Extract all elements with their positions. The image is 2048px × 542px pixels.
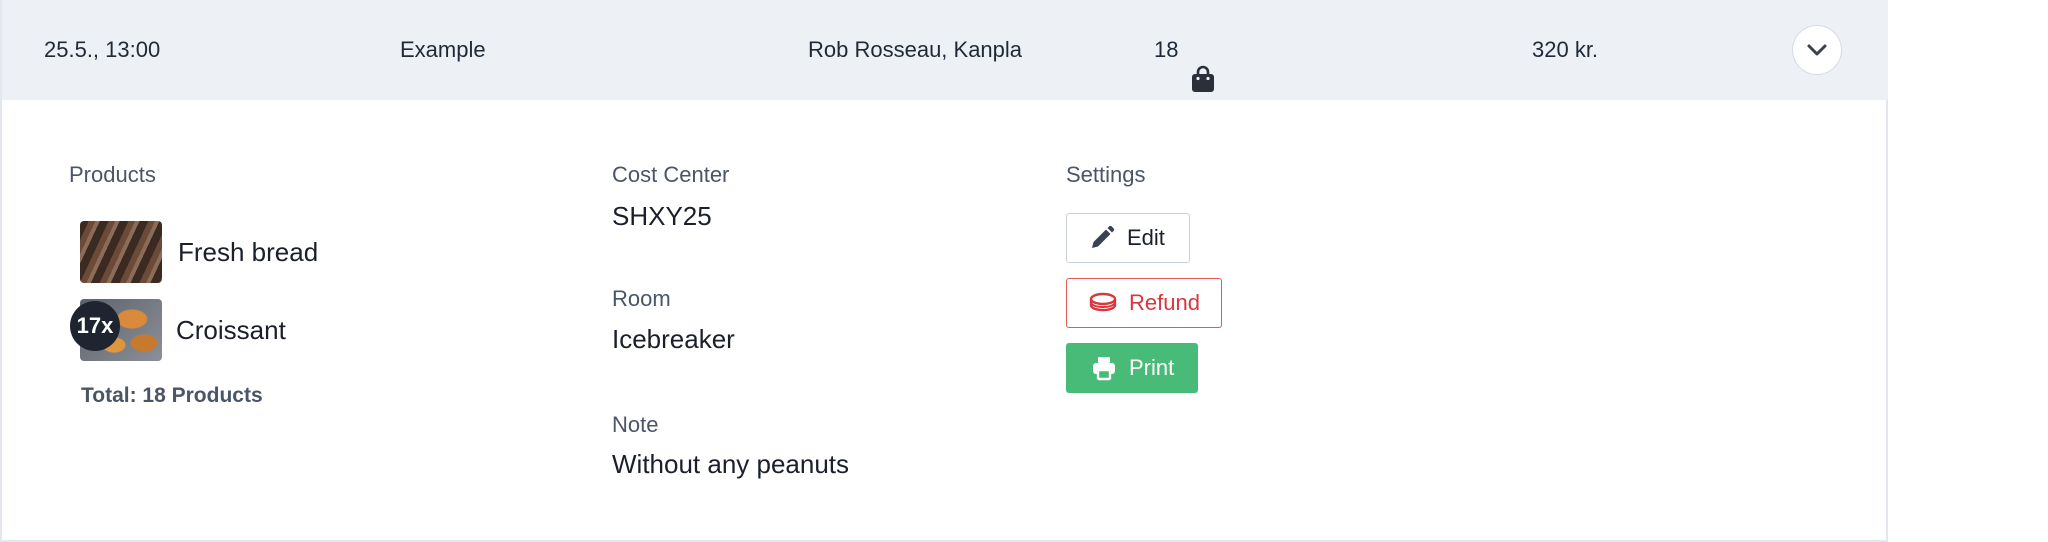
- order-item-count: 18: [1154, 0, 1216, 100]
- settings-heading: Settings: [1066, 162, 1146, 187]
- room-value: Icebreaker: [612, 324, 735, 354]
- pencil-icon: [1092, 225, 1115, 248]
- product-name: Fresh bread: [178, 236, 319, 267]
- order-price: 320 kr.: [1532, 37, 1599, 62]
- products-total: Total: 18 Products: [81, 384, 263, 407]
- quantity-badge: 17x: [70, 301, 120, 351]
- chevron-down-icon: [1807, 44, 1827, 56]
- order-summary-row[interactable]: 25.5., 13:00 Example Rob Rosseau, Kanpla…: [2, 0, 1888, 100]
- shopping-bag-icon: [1190, 36, 1216, 92]
- bread-thumbnail: [80, 221, 162, 283]
- cost-center-value: SHXY25: [612, 201, 712, 231]
- cost-center-heading: Cost Center: [612, 162, 730, 187]
- refund-label: Refund: [1129, 290, 1200, 315]
- printer-icon: [1093, 357, 1115, 381]
- print-label: Print: [1129, 355, 1175, 380]
- coins-icon: [1089, 292, 1117, 312]
- note-heading: Note: [612, 412, 659, 437]
- edit-button[interactable]: Edit: [1066, 213, 1190, 263]
- refund-button[interactable]: Refund: [1066, 278, 1222, 328]
- products-heading: Products: [69, 162, 156, 187]
- order-card: 25.5., 13:00 Example Rob Rosseau, Kanpla…: [0, 0, 1888, 542]
- edit-label: Edit: [1127, 225, 1165, 250]
- order-customer: Rob Rosseau, Kanpla: [808, 37, 1023, 62]
- room-heading: Room: [612, 286, 671, 311]
- order-datetime: 25.5., 13:00: [44, 37, 161, 62]
- note-value: Without any peanuts: [612, 449, 850, 479]
- print-button[interactable]: Print: [1066, 343, 1198, 393]
- product-item: Fresh bread: [80, 221, 318, 283]
- product-name: Croissant: [176, 314, 286, 345]
- order-name: Example: [400, 37, 486, 62]
- expand-toggle-button[interactable]: [1792, 25, 1842, 75]
- item-count-value: 18: [1154, 37, 1179, 62]
